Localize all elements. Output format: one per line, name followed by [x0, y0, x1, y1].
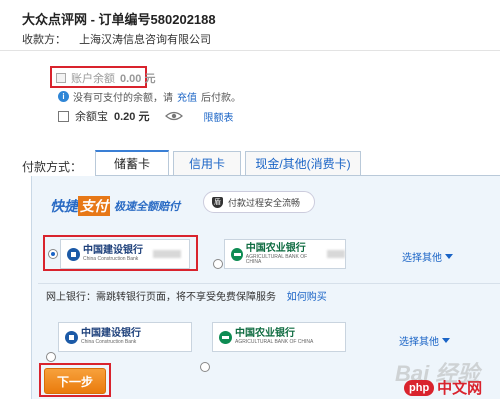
- choose-other-label: 选择其他: [402, 253, 442, 264]
- ccb-netbank-radio[interactable]: [46, 352, 56, 362]
- ccb-name: 中国建设银行: [81, 328, 141, 339]
- recharge-link[interactable]: 充值: [177, 89, 197, 104]
- abc-netbank-radio[interactable]: [200, 362, 210, 372]
- info-icon: i: [58, 91, 69, 102]
- php-site-name: 中文网: [437, 380, 483, 397]
- masked-card-number: [326, 250, 345, 258]
- choose-other-bank-link[interactable]: 选择其他: [402, 249, 453, 264]
- abc-name-en: AGRICULTURAL BANK OF CHINA: [235, 339, 314, 345]
- account-balance-amount: 0.00 元: [120, 73, 156, 85]
- abc-logo: 中国农业银行 AGRICULTURAL BANK OF CHINA: [231, 242, 317, 265]
- chevron-down-icon: [442, 338, 450, 343]
- yuebao-checkbox[interactable]: [58, 110, 69, 122]
- panel-divider: [38, 283, 500, 284]
- php-logo: php: [404, 379, 435, 396]
- order-title: 大众点评网 - 订单编号580202188: [22, 12, 216, 27]
- netbank-text: 网上银行：需跳转银行页面，将不享受免费保障服务: [46, 292, 276, 303]
- abc-logo-icon: [219, 330, 232, 344]
- quota-table-link[interactable]: 限额表: [203, 109, 233, 124]
- notice-text-post: 后付款。: [201, 93, 241, 104]
- choose-other-netbank-link[interactable]: 选择其他: [399, 333, 450, 348]
- next-step-button[interactable]: 下一步: [44, 368, 106, 394]
- bank-card-abc-netbank[interactable]: 中国农业银行 AGRICULTURAL BANK OF CHINA: [212, 322, 346, 352]
- abc-quick-radio[interactable]: [213, 259, 223, 269]
- payment-method-label: 付款方式：: [22, 160, 83, 174]
- account-balance-label: 账户余额: [71, 73, 115, 85]
- yuebao-amount: 0.20 元: [114, 111, 150, 123]
- payee-label: 收款方：: [22, 34, 66, 46]
- ccb-logo: 中国建设银行 China Construction Bank: [65, 329, 141, 345]
- secure-payment-text: 付款过程安全流畅: [228, 197, 301, 208]
- quick-pay-text-2: 支付: [78, 196, 110, 216]
- quick-pay-banner: 快捷 支付 极速全额赔付: [50, 196, 180, 216]
- selected-bank-highlight: [43, 235, 198, 271]
- php-cn-watermark: php 中文网: [404, 377, 482, 398]
- bank-card-abc-quick[interactable]: 中国农业银行 AGRICULTURAL BANK OF CHINA: [224, 239, 346, 269]
- eye-icon[interactable]: [165, 111, 184, 121]
- payee-row: 收款方： 上海汉涛信息咨询有限公司: [22, 31, 211, 47]
- notice-text-pre: 没有可支付的余额，请: [73, 93, 173, 104]
- bank-card-ccb-netbank[interactable]: 中国建设银行 China Construction Bank: [58, 322, 192, 352]
- abc-name-en: AGRICULTURAL BANK OF CHINA: [245, 253, 308, 265]
- abc-logo-icon: [231, 247, 243, 261]
- netbank-info: 网上银行：需跳转银行页面，将不享受免费保障服务 如何购买: [46, 288, 327, 303]
- payee-name: 上海汉涛信息咨询有限公司: [79, 34, 212, 46]
- tab-debit-card[interactable]: 储蓄卡: [95, 150, 169, 175]
- quick-pay-text-1: 快捷: [50, 198, 78, 214]
- choose-other-label: 选择其他: [399, 337, 439, 348]
- abc-name: 中国农业银行: [235, 328, 295, 339]
- yuebao-label: 余额宝: [75, 111, 108, 123]
- how-to-buy-link[interactable]: 如何购买: [287, 292, 327, 303]
- tab-cash-other[interactable]: 现金/其他(消费卡): [245, 151, 361, 175]
- balance-notice: i 没有可支付的余额，请 充值 后付款。: [58, 89, 241, 104]
- abc-name: 中国农业银行: [245, 242, 306, 254]
- account-balance-option[interactable]: 账户余额 0.00 元: [56, 70, 155, 86]
- account-balance-checkbox[interactable]: [56, 73, 66, 83]
- chevron-down-icon: [445, 254, 453, 259]
- abc-logo: 中国农业银行 AGRICULTURAL BANK OF CHINA: [219, 329, 313, 345]
- tab-credit-card[interactable]: 信用卡: [173, 151, 241, 175]
- ccb-logo-icon: [65, 330, 78, 344]
- shield-icon: 盾: [212, 196, 223, 208]
- secure-payment-pill: 盾 付款过程安全流畅: [203, 191, 315, 213]
- header-divider: [0, 50, 500, 51]
- yuebao-option[interactable]: 余额宝 0.20 元 限额表: [58, 108, 233, 124]
- ccb-name-en: China Construction Bank: [81, 339, 137, 345]
- quick-pay-text-3: 极速全额赔付: [114, 201, 180, 213]
